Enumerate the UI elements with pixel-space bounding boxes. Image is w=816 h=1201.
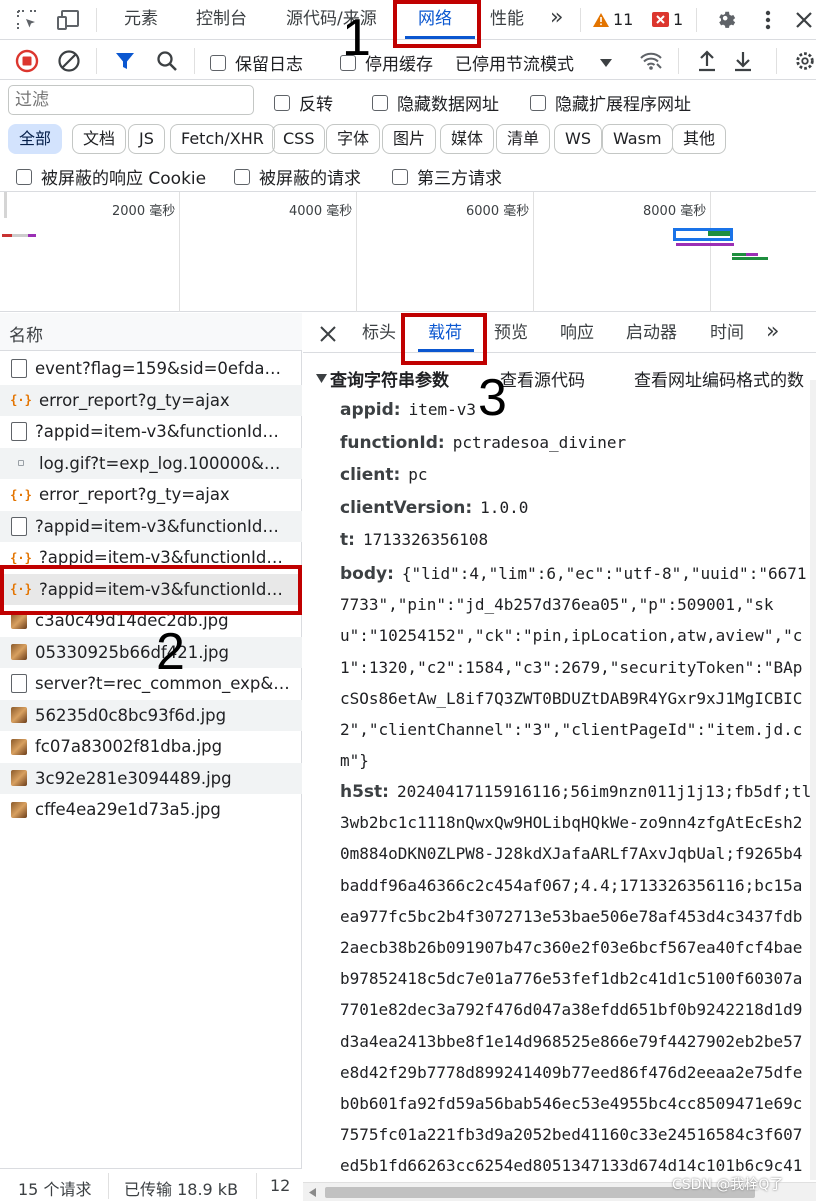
request-name: ?appid=item-v3&functionId=p...	[35, 422, 290, 442]
param-value: 1713326356108	[362, 530, 489, 550]
query-param: t: 1713326356108	[340, 530, 488, 550]
param-value: 20240417115916116;56im9nzn011j1j13;fb5df…	[396, 782, 812, 801]
request-row[interactable]: 3c92e281e3094489.jpg	[0, 762, 302, 794]
param-value-continuation: cSOs86etAw_L8if7Q3ZWT0BDUZtDAB9R4YGxr9xJ…	[340, 688, 803, 708]
param-value-continuation: 7701e82dec3a792f476d047a38efdd651bf0b924…	[340, 1000, 803, 1020]
request-row[interactable]: event?flag=159&sid=0efda85...	[0, 353, 302, 385]
query-param: appid: item-v3	[340, 400, 476, 420]
scroll-left-arrow-icon[interactable]	[309, 1188, 316, 1197]
xhr-icon: {·}	[10, 393, 32, 408]
request-name: error_report?g_ty=ajax	[39, 485, 230, 505]
param-value-continuation: e8d42f29b7778d899241409b77eed86f476d2eea…	[340, 1062, 803, 1082]
annotation-box-network-tab	[393, 0, 481, 48]
annotation-number-1: 1	[342, 9, 371, 67]
param-value-continuation: 0m884oDKN0ZLPW8-J28kdXJafaARLf7AxvJqbUal…	[340, 844, 803, 864]
query-param: functionId: pctradesoa_diviner	[340, 433, 626, 453]
param-value-continuation: 2","clientChannel":"3","clientPageId":"i…	[340, 720, 803, 739]
request-row[interactable]: log.gif?t=exp_log.100000&m=...	[0, 447, 302, 479]
param-key: t:	[340, 530, 355, 551]
request-row[interactable]: fc07a83002f81dba.jpg	[0, 731, 302, 763]
request-row[interactable]: {·} error_report?g_ty=ajax	[0, 384, 302, 416]
image-icon	[11, 770, 27, 787]
request-name: error_report?g_ty=ajax	[39, 390, 230, 410]
image-icon	[11, 707, 27, 724]
param-key: appid:	[340, 400, 401, 420]
xhr-icon: {·}	[10, 487, 32, 502]
checkbox-doc-icon	[11, 516, 27, 536]
request-name: ?appid=item-v3&functionId=p...	[35, 516, 290, 536]
image-icon	[11, 738, 27, 755]
param-value-continuation: baddf96a46366c2c454af067;4.4;17133263561…	[340, 875, 803, 895]
param-key: clientVersion:	[340, 497, 473, 518]
param-key: body:	[340, 564, 394, 584]
param-value-continuation: b97852418c5dc7e01a776e53fef1db2c41d1c510…	[340, 969, 803, 989]
annotation-number-3: 3	[478, 369, 507, 427]
image-icon	[11, 612, 27, 629]
param-value: 1.0.0	[480, 497, 529, 517]
param-value-continuation: d3a4ea2413bbe8f1e14d968525e866e79f442790…	[340, 1031, 803, 1051]
param-key: functionId:	[340, 432, 445, 453]
annotation-number-2: 2	[156, 623, 185, 681]
request-row[interactable]: 05330925b66df421.jpg	[0, 636, 302, 668]
param-key: client:	[340, 465, 401, 486]
request-row[interactable]: ?appid=item-v3&functionId=p...	[0, 416, 302, 448]
transferred-size: 已传输 18.9 kB	[124, 1180, 239, 1199]
request-name: 3c92e281e3094489.jpg	[35, 768, 232, 788]
param-value-continuation: ed5b1fd66263cc6254ed8051347133d674d14c10…	[340, 1156, 803, 1176]
document-icon	[11, 359, 27, 379]
request-row[interactable]: ?appid=item-v3&functionId=p...	[0, 510, 302, 542]
request-row[interactable]: {·} error_report?g_ty=ajax	[0, 479, 302, 511]
request-name: cffe4ea29e1d73a5.jpg	[35, 800, 221, 820]
param-value-continuation: 7733","pin":"jd_4b257d376ea05","p":50900…	[340, 595, 774, 615]
request-name: log.gif?t=exp_log.100000&m=...	[39, 453, 294, 473]
image-icon	[11, 801, 27, 818]
annotation-box-selected-request	[0, 565, 302, 615]
request-name: fc07a83002f81dba.jpg	[35, 737, 223, 757]
request-row[interactable]: server?t=rec_common_exp&v...	[0, 668, 302, 700]
image-icon	[11, 644, 27, 661]
annotation-box-payload-tab	[401, 313, 487, 365]
dot-icon	[11, 453, 31, 473]
param-value-continuation: 2aecb38b26b091907b47c360e2f03e6bcf567ea4…	[340, 938, 803, 957]
request-name: 56235d0c8bc93f6d.jpg	[35, 705, 227, 725]
request-name: event?flag=159&sid=0efda85...	[35, 359, 290, 379]
checkbox-doc-icon	[11, 422, 27, 442]
resources-size: 12	[270, 1176, 291, 1195]
dot-icon	[18, 460, 24, 467]
param-value-continuation: b0b601fa92fd59a56bab546ec53e4955bc4cc850…	[340, 1094, 803, 1113]
param-value-continuation: 1":1320,"c2":1584,"c3":2679,"securityTok…	[340, 657, 803, 677]
query-param: client: pc	[340, 465, 428, 485]
param-value-continuation: ea977fc5bc2b4f3072713e53bae506e78af453d4…	[340, 906, 803, 926]
query-param-body: body: {"lid":4,"lim":6,"ec":"utf-8","uuid…	[340, 564, 806, 584]
watermark: CSDN @我栓Q了	[672, 1177, 784, 1193]
param-value: {"lid":4,"lim":6,"ec":"utf-8","uuid":"66…	[401, 564, 807, 583]
param-value-continuation: 3wb2bc1c1118nQwxQw9HOLibqHQkWe-zo9nn4zfg…	[340, 813, 803, 833]
request-row[interactable]: cffe4ea29e1d73a5.jpg	[0, 794, 302, 826]
query-param: clientVersion: 1.0.0	[340, 498, 528, 518]
param-value: pctradesoa_diviner	[452, 432, 627, 452]
param-value: pc	[408, 465, 428, 485]
query-param-h5st: h5st: 20240417115916116;56im9nzn011j1j13;…	[340, 782, 812, 802]
param-value-continuation: 7575fc01a221fb3d9a2052bed41160c33e245165…	[340, 1125, 803, 1145]
param-value-continuation: m"}	[340, 751, 369, 771]
request-count: 15 个请求	[18, 1180, 92, 1199]
param-value-continuation: u":"10254152","ck":"pin,ipLocation,atw,a…	[340, 626, 803, 646]
status-bar: 15 个请求 已传输 18.9 kB 12	[0, 1168, 302, 1201]
param-value: item-v3	[408, 400, 477, 419]
param-key: h5st:	[340, 782, 389, 802]
document-icon	[11, 674, 27, 694]
request-row[interactable]: 56235d0c8bc93f6d.jpg	[0, 699, 302, 731]
detail-vertical-scrollbar[interactable]	[810, 380, 816, 1180]
